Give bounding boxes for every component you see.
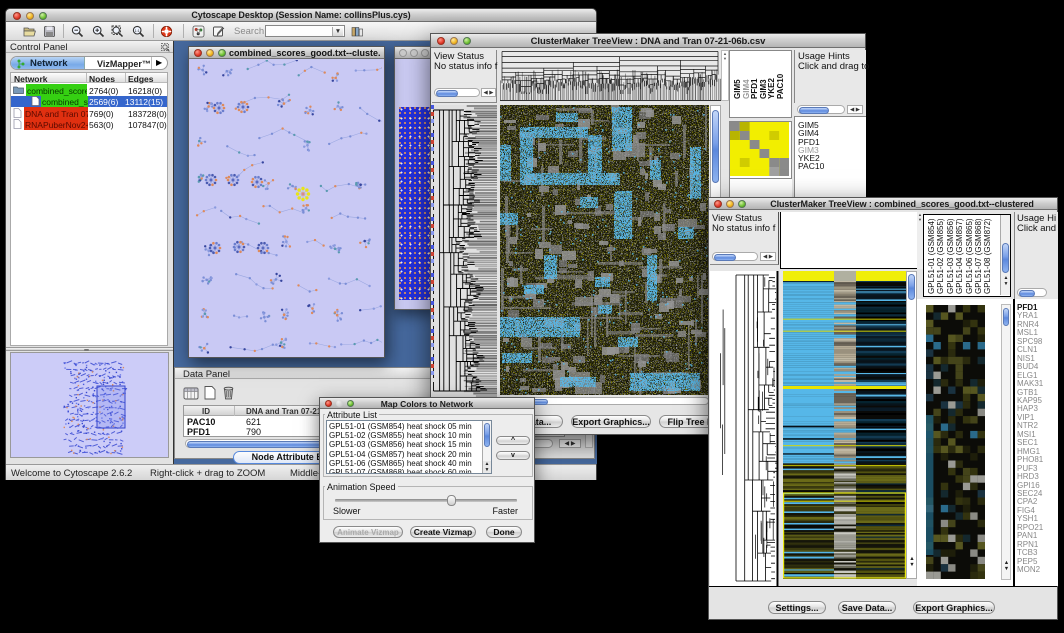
svg-text:1:1: 1:1 (135, 29, 140, 33)
